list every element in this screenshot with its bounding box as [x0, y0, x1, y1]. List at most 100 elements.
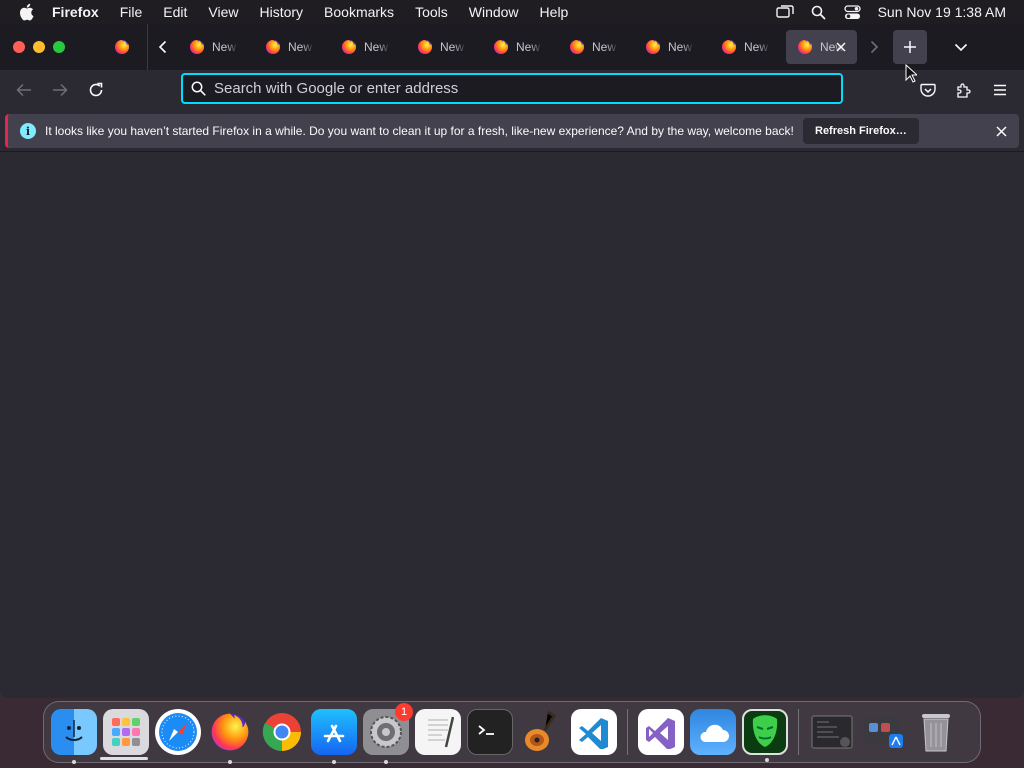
menu-view[interactable]: View: [208, 4, 238, 20]
tab-title: New Tab: [516, 40, 542, 54]
app-menu-button[interactable]: [982, 74, 1018, 106]
tab[interactable]: New Tab: [406, 30, 482, 64]
chrome-app-icon[interactable]: [259, 709, 305, 755]
extensions-button[interactable]: [946, 74, 982, 106]
zoom-window-button[interactable]: [53, 41, 65, 53]
dock-divider: [627, 709, 628, 755]
scroll-tabs-right-button[interactable]: [859, 30, 889, 64]
tab[interactable]: New Tab: [330, 30, 406, 64]
tab-title: New Tab: [212, 40, 238, 54]
notification-badge: 1: [395, 703, 413, 721]
pocket-icon: [920, 83, 936, 97]
firefox-logo-icon: [209, 711, 251, 753]
menu-history[interactable]: History: [259, 4, 303, 20]
tab[interactable]: New Tab: [634, 30, 710, 64]
menubar-clock[interactable]: Sun Nov 19 1:38 AM: [878, 4, 1006, 20]
menu-help[interactable]: Help: [540, 4, 569, 20]
weather-app-icon[interactable]: [690, 709, 736, 755]
firefox-icon: [645, 39, 661, 55]
menu-tools[interactable]: Tools: [415, 4, 448, 20]
tab-title: New Tab: [440, 40, 466, 54]
reload-button[interactable]: [78, 74, 114, 106]
tab-strip: New Tab New Tab New Tab New Tab New Tab New T…: [0, 24, 1024, 70]
hamburger-menu-icon: [994, 84, 1006, 96]
spotlight-search-icon[interactable]: [810, 3, 828, 21]
firefox-icon: [114, 39, 130, 55]
new-tab-button[interactable]: [893, 30, 927, 64]
chevron-left-icon: [158, 40, 167, 54]
tab[interactable]: New Tab: [558, 30, 634, 64]
trash-icon[interactable]: [913, 709, 959, 755]
tab-title: New Tab: [668, 40, 694, 54]
tab-list: New Tab New Tab New Tab New Tab New Tab New T…: [178, 30, 857, 64]
textedit-app-icon[interactable]: [415, 709, 461, 755]
close-window-button[interactable]: [13, 41, 25, 53]
firefox-app-icon[interactable]: [207, 709, 253, 764]
vscode-app-icon[interactable]: [571, 709, 617, 755]
system-settings-app-icon[interactable]: 1: [363, 703, 413, 764]
firefox-icon: [417, 39, 433, 55]
plus-icon: [904, 41, 916, 53]
tab[interactable]: New Tab: [710, 30, 786, 64]
running-indicator: [384, 760, 388, 764]
tab[interactable]: New Tab: [178, 30, 254, 64]
launchpad-app-icon[interactable]: [103, 709, 149, 755]
app-store-icon[interactable]: [311, 709, 357, 764]
window-controls: [13, 41, 65, 53]
scroll-tabs-left-button[interactable]: [148, 30, 178, 64]
menu-app-name[interactable]: Firefox: [52, 4, 99, 20]
menu-edit[interactable]: Edit: [163, 4, 187, 20]
close-icon: [995, 125, 1007, 137]
chevron-down-icon: [954, 43, 968, 52]
terminal-app-icon[interactable]: [467, 709, 513, 755]
tab[interactable]: New Tab: [482, 30, 558, 64]
back-button[interactable]: [6, 74, 42, 106]
running-indicator: [765, 758, 769, 762]
address-input[interactable]: [214, 80, 841, 97]
close-tab-button[interactable]: [833, 39, 849, 55]
control-center-icon[interactable]: [844, 3, 862, 21]
finder-app-icon[interactable]: [51, 709, 97, 764]
running-indicator: [72, 760, 76, 764]
list-all-tabs-button[interactable]: [944, 30, 978, 64]
tab-title: New Tab: [744, 40, 770, 54]
macos-dock: 1: [43, 701, 981, 764]
garageband-app-icon[interactable]: [519, 709, 565, 755]
running-indicator: [332, 760, 336, 764]
tab-title: New Tab: [592, 40, 618, 54]
arrow-left-icon: [16, 83, 31, 97]
tab-title: New Tab: [364, 40, 390, 54]
pinned-firefox-tab[interactable]: [105, 30, 139, 64]
visual-studio-app-icon[interactable]: [638, 709, 684, 755]
anonymous-mask-app-icon[interactable]: [742, 709, 788, 762]
mouse-cursor-icon: [905, 63, 919, 88]
firefox-window: New Tab New Tab New Tab New Tab New Tab New T…: [0, 24, 1024, 698]
url-bar[interactable]: [181, 73, 843, 104]
refresh-firefox-button[interactable]: Refresh Firefox…: [803, 118, 919, 144]
minimize-window-button[interactable]: [33, 41, 45, 53]
safari-app-icon[interactable]: [155, 709, 201, 755]
menu-file[interactable]: File: [120, 4, 143, 20]
notification-message: It looks like you haven’t started Firefo…: [45, 124, 794, 138]
tab-title: New Tab: [288, 40, 314, 54]
tab[interactable]: New Tab: [254, 30, 330, 64]
menu-window[interactable]: Window: [469, 4, 519, 20]
macos-menubar: Firefox File Edit View History Bookmarks…: [0, 0, 1024, 24]
arrow-right-icon: [53, 83, 68, 97]
close-notification-button[interactable]: [993, 123, 1009, 139]
dock-divider: [798, 709, 799, 755]
apple-menu-icon[interactable]: [14, 3, 38, 21]
menu-bookmarks[interactable]: Bookmarks: [324, 4, 394, 20]
screenshots-stack-icon[interactable]: [809, 709, 855, 755]
reload-icon: [89, 82, 103, 97]
firefox-icon: [341, 39, 357, 55]
firefox-icon: [265, 39, 281, 55]
screen-mirroring-icon[interactable]: [775, 3, 794, 21]
firefox-icon: [721, 39, 737, 55]
tab-active[interactable]: New Tab: [786, 30, 857, 64]
forward-button[interactable]: [42, 74, 78, 106]
close-icon: [836, 42, 846, 52]
firefox-icon: [189, 39, 205, 55]
navigation-toolbar: [0, 70, 1024, 110]
applications-stack-icon[interactable]: [861, 709, 907, 755]
